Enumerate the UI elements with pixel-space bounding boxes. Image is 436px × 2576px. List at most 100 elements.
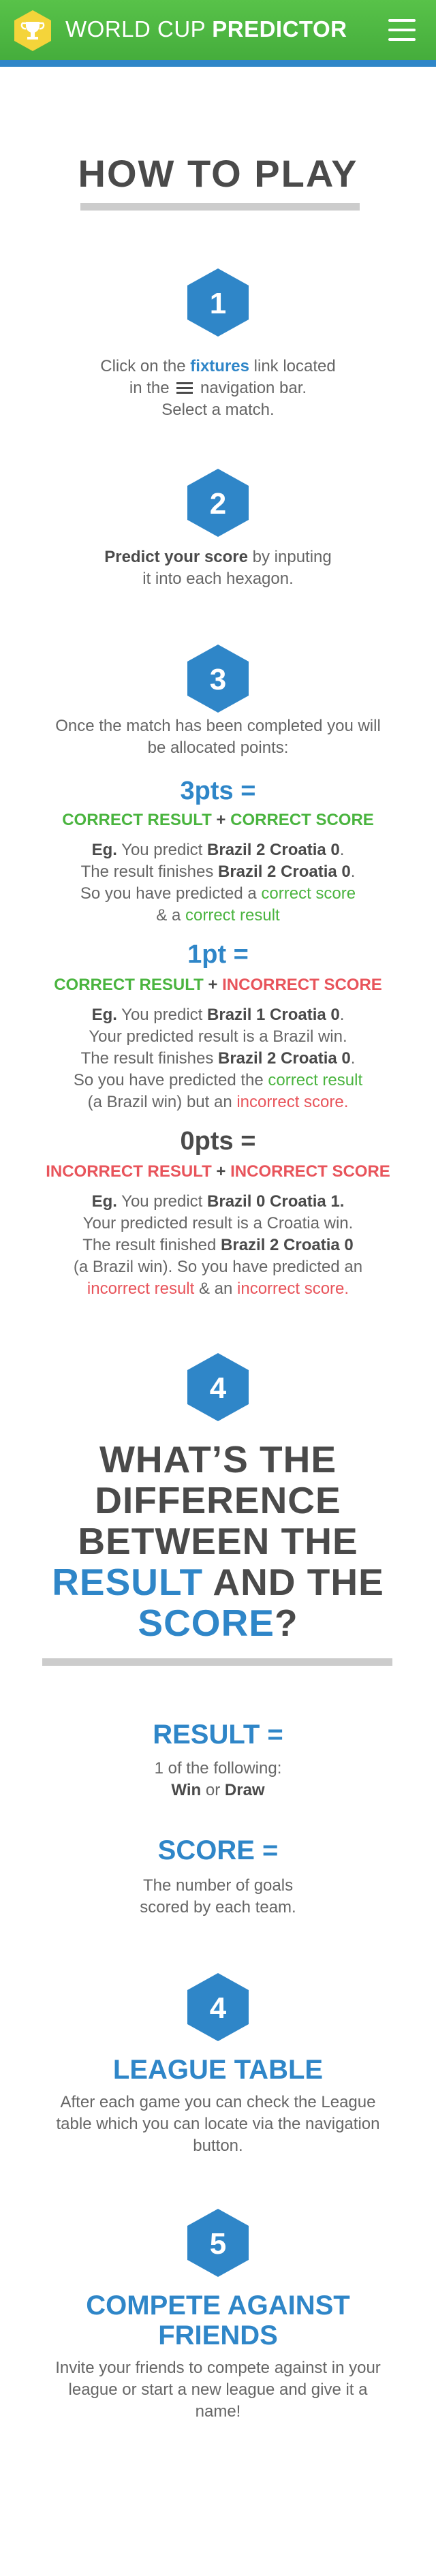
step-3-hexagon-icon: 3 bbox=[185, 643, 251, 714]
eg-label: Eg. bbox=[91, 841, 117, 859]
example-score: Brazil 2 Croatia 0 bbox=[218, 1049, 351, 1068]
three-points-heading: 3pts = bbox=[180, 777, 256, 805]
example-text: So you have predicted a bbox=[80, 884, 257, 903]
compete-heading-line: COMPETE AGAINST bbox=[86, 2291, 350, 2321]
step-3-number: 3 bbox=[210, 663, 226, 696]
compete-heading: COMPETE AGAINST FRIENDS bbox=[0, 2291, 436, 2350]
example-text: . bbox=[343, 1093, 349, 1111]
example-text: (a Brazil win). So you have predicted an bbox=[73, 1258, 363, 1276]
eg-label: Eg. bbox=[91, 1006, 117, 1024]
example-score: Brazil 2 Croatia 0 bbox=[221, 1236, 354, 1254]
correct-result-text: correct result bbox=[185, 906, 280, 925]
rule-correct-result: CORRECT RESULT bbox=[54, 976, 204, 994]
three-points-example: Eg. You predict Brazil 2 Croatia 0. The … bbox=[0, 839, 436, 927]
league-table-text: After each game you can check the League… bbox=[0, 2092, 436, 2157]
example-text: & a bbox=[156, 906, 181, 925]
one-point-heading: 1pt = bbox=[187, 940, 249, 969]
step-1-hexagon-icon: 1 bbox=[185, 267, 251, 338]
rule-plus: + bbox=[216, 1162, 226, 1181]
win-option: Win bbox=[171, 1781, 202, 1799]
zero-points-heading: 0pts = bbox=[180, 1127, 256, 1155]
step-3-intro: Once the match has been completed you wi… bbox=[0, 715, 436, 759]
result-heading: RESULT = bbox=[153, 1720, 283, 1750]
example-text: . bbox=[350, 863, 356, 881]
question-underline bbox=[42, 1658, 392, 1666]
three-points-rule: CORRECT RESULT + CORRECT SCORE bbox=[0, 811, 436, 830]
score-definition-text: scored by each team. bbox=[140, 1898, 296, 1917]
example-text: You predict bbox=[121, 1006, 203, 1024]
step-1-text-b: link located bbox=[253, 357, 336, 375]
example-text: The result finishes bbox=[80, 1049, 214, 1068]
league-step-number: 4 bbox=[210, 1991, 227, 2025]
example-text: You predict bbox=[121, 1192, 203, 1211]
navigation-menu-icon bbox=[176, 382, 193, 394]
example-score: Brazil 0 Croatia 1. bbox=[207, 1192, 345, 1211]
question-line: WHAT’S THE bbox=[99, 1438, 337, 1480]
question-line: BETWEEN THE bbox=[78, 1520, 358, 1562]
step-3-intro-b: be allocated points: bbox=[147, 739, 289, 757]
score-definition: The number of goals scored by each team. bbox=[0, 1875, 436, 1919]
one-point-rule: CORRECT RESULT + INCORRECT SCORE bbox=[0, 976, 436, 995]
step-5-number: 5 bbox=[210, 2227, 226, 2261]
compete-text-line: league or start a new league and give it… bbox=[68, 2380, 368, 2399]
example-text: (a Brazil win) but an bbox=[87, 1093, 232, 1111]
rule-incorrect-score: INCORRECT SCORE bbox=[230, 1162, 390, 1181]
trophy-icon[interactable] bbox=[14, 10, 52, 52]
page-title: HOW TO PLAY bbox=[78, 152, 358, 195]
question-line: AND THE bbox=[213, 1561, 384, 1603]
step-2-number: 2 bbox=[210, 487, 226, 521]
example-text: . bbox=[350, 1049, 356, 1068]
result-definition-text: 1 of the following: bbox=[154, 1759, 282, 1778]
example-text: . bbox=[339, 1006, 345, 1024]
step-1-text: Click on the fixtures link located in th… bbox=[0, 356, 436, 421]
league-text-line: After each game you can check the League bbox=[60, 2093, 376, 2111]
question-score-word: SCORE bbox=[138, 1602, 275, 1644]
step-2-hexagon-icon: 2 bbox=[185, 467, 251, 538]
example-text: Your predicted result is a Brazil win. bbox=[89, 1027, 347, 1046]
example-text: & an bbox=[198, 1279, 233, 1298]
zero-points-example: Eg. You predict Brazil 0 Croatia 1. Your… bbox=[0, 1191, 436, 1300]
question-mark: ? bbox=[274, 1602, 298, 1644]
predict-score-bold: Predict your score bbox=[104, 548, 248, 566]
correct-result-text: correct result bbox=[268, 1071, 363, 1089]
step-4-hexagon-icon: 4 bbox=[185, 1352, 251, 1423]
question-result-word: RESULT bbox=[52, 1561, 204, 1603]
compete-text: Invite your friends to compete against i… bbox=[0, 2357, 436, 2423]
rule-plus: + bbox=[208, 976, 218, 994]
rule-correct-result: CORRECT RESULT bbox=[62, 811, 212, 829]
hamburger-menu-icon[interactable] bbox=[387, 19, 417, 42]
score-heading: SCORE = bbox=[157, 1835, 279, 1865]
step-1-text-a: Click on the bbox=[100, 357, 186, 375]
zero-points-rule: INCORRECT RESULT + INCORRECT SCORE bbox=[0, 1162, 436, 1181]
step-5-hexagon-icon: 5 bbox=[185, 2207, 251, 2278]
or-text: or bbox=[205, 1781, 221, 1799]
rule-incorrect-score: INCORRECT SCORE bbox=[222, 976, 382, 994]
example-text: You predict bbox=[121, 841, 203, 859]
league-text-line: button. bbox=[193, 2137, 243, 2155]
example-text: The result finished bbox=[82, 1236, 217, 1254]
step-1-text-c: in the bbox=[129, 379, 170, 397]
example-score: Brazil 1 Croatia 0 bbox=[207, 1006, 340, 1024]
eg-label: Eg. bbox=[91, 1192, 117, 1211]
league-table-heading: LEAGUE TABLE bbox=[112, 2055, 324, 2085]
rule-incorrect-result: INCORRECT RESULT bbox=[46, 1162, 212, 1181]
example-text: So you have predicted the bbox=[73, 1071, 264, 1089]
example-text: . bbox=[339, 841, 345, 859]
incorrect-result-text: incorrect result bbox=[87, 1279, 195, 1298]
fixtures-link[interactable]: fixtures bbox=[190, 357, 249, 375]
incorrect-score-text: incorrect score bbox=[236, 1093, 344, 1111]
step-1-number: 1 bbox=[210, 287, 226, 320]
rule-plus: + bbox=[216, 811, 226, 829]
difference-question-heading: WHAT’S THE DIFFERENCE BETWEEN THE RESULT… bbox=[0, 1439, 436, 1643]
league-text-line: table which you can locate via the navig… bbox=[56, 2115, 380, 2133]
step-1-text-d: navigation bar. bbox=[200, 379, 307, 397]
brand-title[interactable]: WORLD CUP PREDICTOR bbox=[65, 16, 347, 42]
incorrect-score-text: incorrect score. bbox=[237, 1279, 349, 1298]
brand-light: WORLD CUP bbox=[65, 16, 206, 42]
correct-score-text: correct score bbox=[261, 884, 356, 903]
header-accent-stripe bbox=[0, 60, 436, 67]
rule-correct-score: CORRECT SCORE bbox=[230, 811, 374, 829]
top-navigation-bar: WORLD CUP PREDICTOR bbox=[0, 0, 436, 60]
score-definition-text: The number of goals bbox=[142, 1876, 294, 1895]
question-line: DIFFERENCE bbox=[95, 1479, 341, 1521]
